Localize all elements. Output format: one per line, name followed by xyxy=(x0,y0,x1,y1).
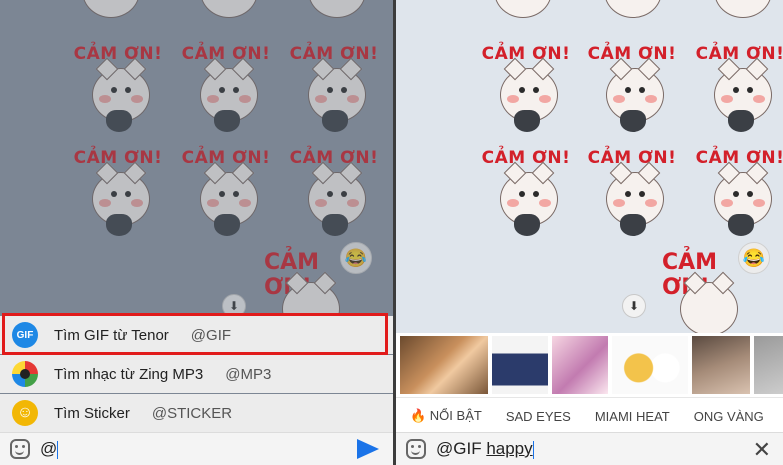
sticker-thanks[interactable]: CẢM ƠN! xyxy=(692,148,783,248)
category-miami-heat[interactable]: MIAMI HEAT xyxy=(595,409,670,424)
sticker-thanks[interactable]: CẢM ƠN! xyxy=(478,44,574,144)
gif-thumbnail[interactable] xyxy=(492,336,548,394)
sticker-thanks[interactable]: CẢM ƠN! xyxy=(584,44,680,144)
left-chat-panel: CẢM ƠN! CẢM ƠN! CẢM ƠN! CẢM ƠN! CẢM ƠN! xyxy=(0,0,393,465)
gif-thumbnail[interactable] xyxy=(692,336,750,394)
cat-sticker-icon xyxy=(680,271,738,336)
sticker-caption: CẢM ƠN! xyxy=(695,44,783,64)
sticker-thanks[interactable] xyxy=(692,0,783,40)
highlight-box xyxy=(2,313,388,355)
cat-sticker-icon xyxy=(604,0,662,18)
sticker-caption: CẢM ƠN! xyxy=(481,148,571,168)
sticker-thanks[interactable]: CẢM ƠN! xyxy=(692,44,783,144)
message-input-bar: @GIF happy ✕ xyxy=(396,432,783,465)
sticker-thanks[interactable] xyxy=(582,0,678,40)
category-ong-vang[interactable]: ONG VÀNG xyxy=(694,409,764,424)
category-featured[interactable]: 🔥 NỔI BẬT xyxy=(410,408,482,424)
suggestion-label: Tìm Sticker xyxy=(54,404,130,422)
sticker-icon: ☺ xyxy=(12,400,38,426)
category-sad-eyes[interactable]: SAD EYES xyxy=(506,409,571,424)
gif-thumbnail[interactable] xyxy=(754,336,783,394)
emoji-picker-icon[interactable] xyxy=(10,439,30,459)
suggestion-label: Tìm nhạc từ Zing MP3 xyxy=(54,365,204,383)
message-input-bar: @ xyxy=(0,432,393,465)
gif-category-bar: 🔥 NỔI BẬT SAD EYES MIAMI HEAT ONG VÀNG D… xyxy=(396,397,783,434)
sticker-thanks[interactable] xyxy=(472,0,568,40)
suggestion-sticker[interactable]: ☺ Tìm Sticker @STICKER xyxy=(0,394,393,432)
sticker-caption: CẢM ƠN! xyxy=(587,148,677,168)
gif-thumbnail[interactable] xyxy=(400,336,488,394)
cat-sticker-icon xyxy=(714,0,772,18)
message-input[interactable]: @ xyxy=(40,439,59,459)
sticker-thanks[interactable]: CẢM ƠN! xyxy=(584,148,680,248)
suggestion-tag: @MP3 xyxy=(225,365,272,383)
right-chat-panel: CẢM ƠN! CẢM ƠN! CẢM ƠN! CẢM ƠN! CẢM ƠN! xyxy=(396,0,783,465)
send-icon[interactable] xyxy=(357,439,379,459)
download-icon[interactable]: ⬇ xyxy=(622,294,646,318)
sticker-caption: CẢM ƠN! xyxy=(587,44,677,64)
gif-thumbnail[interactable] xyxy=(552,336,608,394)
close-icon[interactable]: ✕ xyxy=(753,437,771,463)
sticker-thanks-large[interactable]: CẢM ƠN! xyxy=(662,250,772,336)
sticker-caption: CẢM ƠN! xyxy=(695,148,783,168)
cat-sticker-icon xyxy=(494,0,552,18)
sticker-caption: CẢM ƠN! xyxy=(481,44,571,64)
emoji-picker-icon[interactable] xyxy=(406,439,426,459)
suggestion-tag: @STICKER xyxy=(151,404,233,422)
gif-results-strip xyxy=(396,333,783,397)
zing-mp3-icon xyxy=(12,361,38,387)
suggestion-mp3[interactable]: Tìm nhạc từ Zing MP3 @MP3 xyxy=(0,355,393,393)
message-input[interactable]: @GIF happy xyxy=(436,439,534,459)
gif-thumbnail[interactable] xyxy=(612,336,688,394)
sticker-thanks[interactable]: CẢM ƠN! xyxy=(478,148,574,248)
